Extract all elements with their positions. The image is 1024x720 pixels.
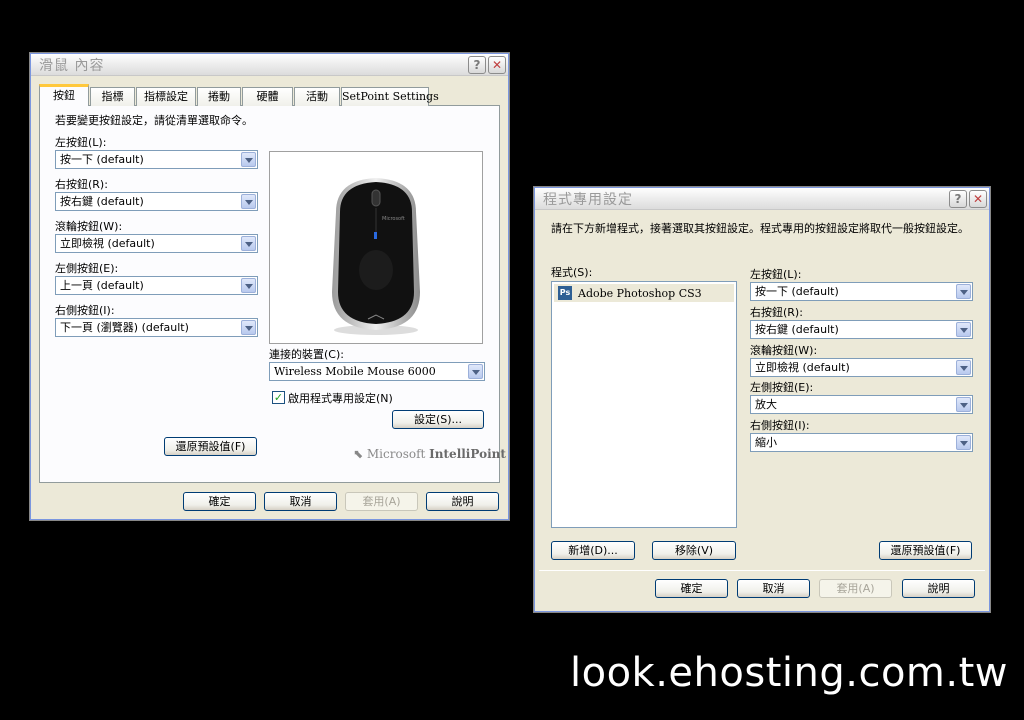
site-watermark: look.ehosting.com.tw xyxy=(569,650,1008,696)
wheel-button-value: 立即檢視 (default) xyxy=(60,237,155,250)
left-side-button-select[interactable]: 上一頁 (default) xyxy=(55,276,258,295)
help-title-button[interactable]: ? xyxy=(468,55,486,74)
chevron-down-icon[interactable] xyxy=(241,278,256,293)
mouse-properties-window: 滑鼠 內容 ? ✕ 按鈕 指標 指標設定 捲動 硬體 活動 SetPoint S… xyxy=(30,53,509,520)
mouse-logo-text: Microsoft xyxy=(382,216,405,222)
mouse-preview-image: Microsoft xyxy=(269,151,483,344)
left-button-label: 左按鈕(L): xyxy=(750,268,802,281)
settings-button[interactable]: 設定(S)... xyxy=(392,410,484,429)
brand-intellipoint: IntelliPoint xyxy=(429,447,506,461)
help-title-button[interactable]: ? xyxy=(949,189,967,208)
connected-device-select[interactable]: Wireless Mobile Mouse 6000 xyxy=(269,362,485,381)
tab-buttons[interactable]: 按鈕 xyxy=(39,84,89,106)
right-button-value: 按右鍵 (default) xyxy=(60,195,144,208)
right-side-button-label: 右側按鈕(I): xyxy=(55,304,115,317)
chevron-down-icon[interactable] xyxy=(956,397,971,412)
wheel-button-select[interactable]: 立即檢視 (default) xyxy=(750,358,973,377)
enable-program-settings-checkbox[interactable]: ✓ xyxy=(272,391,285,404)
left-side-button-label: 左側按鈕(E): xyxy=(750,381,814,394)
apply-button[interactable]: 套用(A) xyxy=(819,579,892,598)
tab-setpoint-settings[interactable]: SetPoint Settings xyxy=(341,87,439,106)
close-icon[interactable]: ✕ xyxy=(969,189,987,208)
right-button-value: 按右鍵 (default) xyxy=(755,323,839,336)
right-side-button-select[interactable]: 縮小 xyxy=(750,433,973,452)
right-side-button-label: 右側按鈕(I): xyxy=(750,419,810,432)
right-side-button-select[interactable]: 下一頁 (瀏覽器) (default) xyxy=(55,318,258,337)
window-title: 滑鼠 內容 xyxy=(39,57,105,74)
instruction-text: 若要變更按鈕設定，請從清單選取命令。 xyxy=(55,114,253,127)
right-button-select[interactable]: 按右鍵 (default) xyxy=(55,192,258,211)
left-side-button-value: 放大 xyxy=(755,398,777,411)
instruction-text: 請在下方新增程式，接著選取其按鈕設定。程式專用的按鈕設定將取代一般按鈕設定。 xyxy=(551,222,969,235)
left-button-label: 左按鈕(L): xyxy=(55,136,107,149)
help-button[interactable]: 說明 xyxy=(426,492,499,511)
divider xyxy=(539,570,985,571)
chevron-down-icon[interactable] xyxy=(956,284,971,299)
right-button-select[interactable]: 按右鍵 (default) xyxy=(750,320,973,339)
left-button-select[interactable]: 按一下 (default) xyxy=(55,150,258,169)
left-side-button-select[interactable]: 放大 xyxy=(750,395,973,414)
right-button-label: 右按鈕(R): xyxy=(55,178,108,191)
chevron-down-icon[interactable] xyxy=(956,322,971,337)
connected-device-value: Wireless Mobile Mouse 6000 xyxy=(274,365,436,378)
help-button[interactable]: 說明 xyxy=(902,579,975,598)
chevron-down-icon[interactable] xyxy=(956,435,971,450)
wheel-button-select[interactable]: 立即檢視 (default) xyxy=(55,234,258,253)
cancel-button[interactable]: 取消 xyxy=(264,492,337,511)
close-icon[interactable]: ✕ xyxy=(488,55,506,74)
connected-device-label: 連接的裝置(C): xyxy=(269,348,344,361)
left-button-value: 按一下 (default) xyxy=(755,285,839,298)
left-side-button-value: 上一頁 (default) xyxy=(60,279,144,292)
restore-defaults-button[interactable]: 還原預設值(F) xyxy=(879,541,972,560)
tab-scroll[interactable]: 捲動 xyxy=(197,87,241,106)
left-button-select[interactable]: 按一下 (default) xyxy=(750,282,973,301)
wheel-button-value: 立即檢視 (default) xyxy=(755,361,850,374)
chevron-down-icon[interactable] xyxy=(956,360,971,375)
right-side-button-value: 下一頁 (瀏覽器) (default) xyxy=(60,321,189,334)
chevron-down-icon[interactable] xyxy=(241,236,256,251)
chevron-down-icon[interactable] xyxy=(468,364,483,379)
program-settings-window: 程式專用設定 ? ✕ 請在下方新增程式，接著選取其按鈕設定。程式專用的按鈕設定將… xyxy=(534,187,990,612)
wheel-button-label: 滾輪按鈕(W): xyxy=(55,220,123,233)
tab-pointer[interactable]: 指標 xyxy=(90,87,135,106)
title-bar[interactable]: 滑鼠 內容 ? ✕ xyxy=(31,54,508,76)
apply-button[interactable]: 套用(A) xyxy=(345,492,418,511)
cancel-button[interactable]: 取消 xyxy=(737,579,810,598)
list-item[interactable]: Ps Adobe Photoshop CS3 xyxy=(554,284,734,302)
tab-hardware[interactable]: 硬體 xyxy=(242,87,293,106)
right-side-button-value: 縮小 xyxy=(755,436,777,449)
ok-button[interactable]: 確定 xyxy=(183,492,256,511)
right-button-label: 右按鈕(R): xyxy=(750,306,803,319)
ok-button[interactable]: 確定 xyxy=(655,579,728,598)
remove-program-button[interactable]: 移除(V) xyxy=(652,541,736,560)
program-list-label: 程式(S): xyxy=(551,266,593,279)
add-program-button[interactable]: 新增(D)... xyxy=(551,541,635,560)
restore-defaults-button[interactable]: 還原預設值(F) xyxy=(164,437,257,456)
left-side-button-label: 左側按鈕(E): xyxy=(55,262,119,275)
left-button-value: 按一下 (default) xyxy=(60,153,144,166)
title-bar[interactable]: 程式專用設定 ? ✕ xyxy=(535,188,989,210)
tab-pointer-settings[interactable]: 指標設定 xyxy=(136,87,196,106)
photoshop-icon: Ps xyxy=(558,286,572,300)
window-title: 程式專用設定 xyxy=(543,191,633,208)
program-list[interactable]: Ps Adobe Photoshop CS3 xyxy=(551,281,737,528)
brand-microsoft: Microsoft xyxy=(366,447,430,461)
program-name: Adobe Photoshop CS3 xyxy=(578,286,702,300)
intellipoint-logo: ⬉ Microsoft IntelliPoint xyxy=(353,447,506,461)
chevron-down-icon[interactable] xyxy=(241,320,256,335)
chevron-down-icon[interactable] xyxy=(241,194,256,209)
enable-program-settings-label[interactable]: 啟用程式專用設定(N) xyxy=(288,390,393,406)
chevron-down-icon[interactable] xyxy=(241,152,256,167)
mouse-icon: Microsoft xyxy=(332,178,420,335)
tab-activity[interactable]: 活動 xyxy=(294,87,340,106)
wheel-button-label: 滾輪按鈕(W): xyxy=(750,344,818,357)
